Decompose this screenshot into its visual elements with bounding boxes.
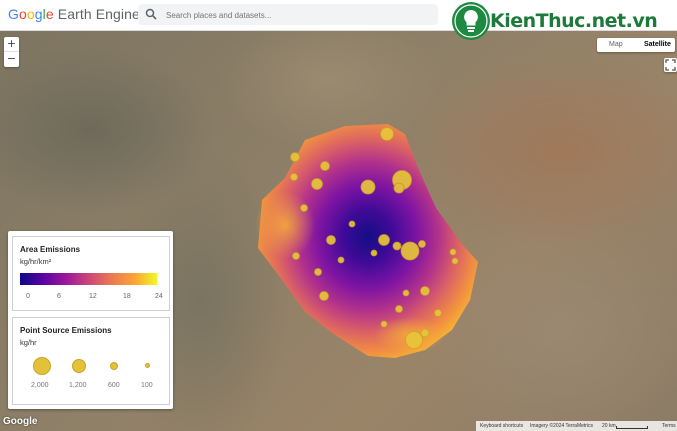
terms-link[interactable]: Terms <box>662 423 676 429</box>
area-emissions-unit: kg/hr/km² <box>20 257 52 266</box>
point-size-labels: 2,000 1,200 600 100 <box>13 382 169 392</box>
swatch-100 <box>145 363 150 368</box>
swatch-2000 <box>33 357 51 375</box>
point-source-title: Point Source Emissions <box>20 326 112 335</box>
search-icon <box>145 8 157 20</box>
map-type-map[interactable]: Map <box>609 41 623 48</box>
color-scale-bar <box>20 273 157 285</box>
keyboard-shortcuts-link[interactable]: Keyboard shortcuts <box>480 423 523 429</box>
fullscreen-button[interactable] <box>664 58 677 72</box>
size-label: 1,200 <box>69 382 87 389</box>
point-source-unit: kg/hr <box>20 338 37 347</box>
tick-label: 0 <box>26 293 30 300</box>
scale-bar <box>616 426 648 429</box>
fullscreen-icon <box>665 59 676 71</box>
size-label: 100 <box>141 382 153 389</box>
search-input[interactable] <box>164 6 428 24</box>
size-label: 2,000 <box>31 382 49 389</box>
area-emissions-title: Area Emissions <box>20 245 81 254</box>
swatch-1200 <box>72 359 86 373</box>
map-footer: Keyboard shortcuts Imagery ©2024 TerraMe… <box>476 421 677 431</box>
tick-label: 24 <box>155 293 163 300</box>
imagery-attribution: Imagery ©2024 TerraMetrics <box>530 423 594 429</box>
map-type-toggle: Map Satellite <box>597 38 675 52</box>
zoom-in-button[interactable]: + <box>4 37 19 52</box>
map-type-satellite[interactable]: Satellite <box>644 41 671 48</box>
tick-label: 18 <box>123 293 131 300</box>
app-logo: Google Earth Engine <box>8 6 140 22</box>
zoom-control: + − <box>4 37 19 67</box>
zoom-out-button[interactable]: − <box>4 52 19 67</box>
google-logo: Google <box>3 416 38 427</box>
point-source-legend: Point Source Emissions kg/hr 2,000 1,200… <box>12 317 170 405</box>
scale-label: 20 km <box>602 423 616 429</box>
color-scale-ticks: 0 6 12 18 24 <box>20 293 163 303</box>
area-emissions-legend: Area Emissions kg/hr/km² 0 6 12 18 24 <box>12 236 170 311</box>
search-bar[interactable] <box>138 4 438 25</box>
tick-label: 6 <box>57 293 61 300</box>
watermark-text: KienThuc.net.vn <box>490 10 658 32</box>
lightbulb-logo-icon <box>452 2 490 40</box>
legend-panel: Area Emissions kg/hr/km² 0 6 12 18 24 Po… <box>8 231 173 409</box>
size-label: 600 <box>108 382 120 389</box>
tick-label: 12 <box>89 293 97 300</box>
swatch-600 <box>110 362 118 370</box>
